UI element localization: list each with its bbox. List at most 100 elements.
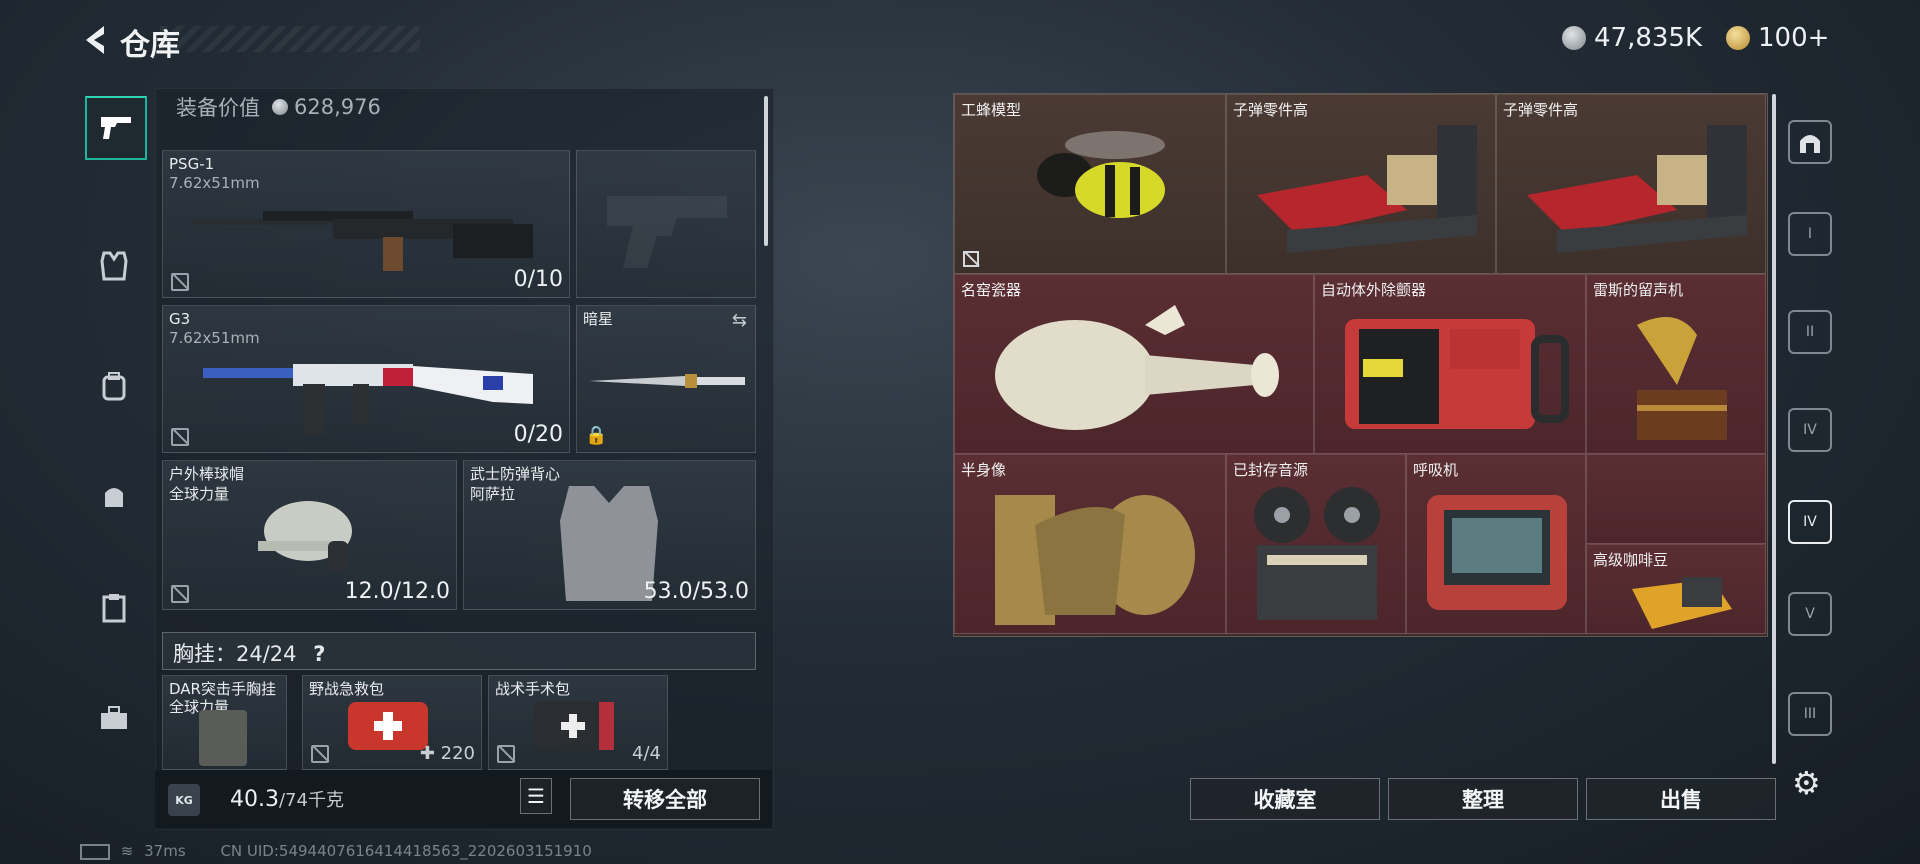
weapon-ammo: 0/20 — [513, 422, 563, 447]
stash-page-5[interactable]: V — [1788, 592, 1832, 636]
cap-icon — [258, 501, 352, 571]
tab-weapons[interactable] — [85, 96, 147, 160]
no-drop-icon — [963, 251, 979, 267]
no-drop-icon — [497, 745, 515, 763]
lock-icon: 🔒 — [585, 425, 608, 446]
arch-icon — [1800, 135, 1820, 153]
item-name: 呼吸机 — [1413, 461, 1459, 479]
tab-pouch[interactable] — [85, 466, 143, 526]
stash-empty-cell[interactable] — [1586, 454, 1766, 544]
defibrillator-icon — [1345, 319, 1569, 429]
sniper-rifle-icon — [193, 211, 533, 271]
knife-icon — [589, 374, 745, 388]
silver-coin-icon — [1562, 26, 1586, 50]
gramophone-icon — [1637, 317, 1727, 440]
left-sidebar — [80, 88, 150, 808]
swap-icon[interactable]: ⇆ — [732, 310, 747, 331]
item-name: DAR突击手胸挂 — [169, 680, 276, 698]
weight-max: /74千克 — [278, 790, 344, 811]
stash-page-home[interactable] — [1788, 120, 1832, 164]
weapon-name: G3 — [169, 310, 191, 328]
stash-page-1[interactable]: I — [1788, 212, 1832, 256]
stash-page-3[interactable]: IV — [1788, 408, 1832, 452]
melee-slot[interactable]: 暗星 ⇆ 🔒 — [576, 305, 756, 453]
rifle-icon — [203, 364, 533, 434]
uid-text: CN UID:5494407616414418563_2202603151910 — [220, 842, 592, 860]
stash-item-coffee[interactable]: 高级咖啡豆 — [1586, 544, 1766, 634]
right-scrollbar[interactable] — [1772, 94, 1776, 764]
helmet-slot[interactable]: 户外棒球帽 全球力量 12.0/12.0 — [162, 460, 457, 610]
item-name: 雷斯的留声机 — [1593, 281, 1684, 299]
currency-gold: 100+ — [1726, 22, 1829, 54]
stash-page-4-label: IV — [1803, 514, 1817, 530]
stash-item-gramophone[interactable]: 雷斯的留声机 — [1586, 274, 1766, 454]
no-drop-icon — [171, 428, 189, 446]
no-drop-icon — [311, 745, 329, 763]
surgery-kit-item[interactable]: 战术手术包 4/4 — [488, 675, 668, 770]
stash-item-ventilator[interactable]: 呼吸机 — [1406, 454, 1586, 634]
settings-gear-icon[interactable]: ⚙ — [1792, 764, 1821, 802]
list-icon: ☰ — [527, 784, 545, 808]
sort-button[interactable]: 整理 — [1388, 778, 1578, 820]
ventilator-icon — [1427, 495, 1567, 610]
stash-item-defibrillator[interactable]: 自动体外除颤器 — [1314, 274, 1586, 454]
stash-page-2[interactable]: II — [1788, 310, 1832, 354]
stash-item-porcelain[interactable]: 名窑瓷器 — [954, 274, 1314, 454]
equipment-value: 装备价值 628,976 — [176, 92, 381, 122]
tab-backpack[interactable] — [85, 356, 143, 416]
stash-item-bullet-parts-2[interactable]: 子弹零件高 — [1496, 94, 1766, 274]
equipment-value-label: 装备价值 — [176, 96, 260, 120]
help-icon[interactable]: ? — [313, 642, 325, 666]
coffee-bag-icon — [1632, 577, 1732, 629]
backpack-icon — [102, 372, 126, 401]
stash-page-2-label: II — [1805, 324, 1815, 340]
item-count: 4/4 — [632, 743, 661, 764]
first-aid-item[interactable]: 野战急救包 ✚ 220 — [302, 675, 482, 770]
stash-item-bust[interactable]: 半身像 — [954, 454, 1226, 634]
weapon-slot-primary[interactable]: PSG-1 7.62x51mm 0/10 — [162, 150, 570, 298]
stash-page-4[interactable]: IV — [1788, 500, 1832, 544]
stash-item-bullet-parts-1[interactable]: 子弹零件高 — [1226, 94, 1496, 274]
stash-page-3-label: IV — [1803, 422, 1817, 438]
list-view-button[interactable]: ☰ — [520, 778, 552, 814]
tab-case[interactable] — [85, 578, 143, 638]
weight-icon: KG — [168, 784, 200, 816]
silver-coin-icon — [272, 99, 288, 115]
chest-rig-icon — [199, 710, 247, 766]
tab-armor[interactable] — [85, 236, 143, 296]
armor-durability: 53.0/53.0 — [643, 579, 749, 604]
item-count-value: 220 — [440, 743, 475, 764]
stash-page-5-label: V — [1805, 606, 1815, 622]
right-sidebar: I II IV IV V III — [1780, 100, 1840, 800]
collection-room-button[interactable]: 收藏室 — [1190, 778, 1380, 820]
chest-rig-item[interactable]: DAR突击手胸挂 全球力量 — [162, 675, 287, 770]
stash-page-6[interactable]: III — [1788, 692, 1832, 736]
item-name: 自动体外除颤器 — [1321, 281, 1427, 299]
status-bar: ≋ 37ms CN UID:5494407616414418563_220260… — [80, 842, 592, 860]
armor-slot[interactable]: 武士防弹背心 阿萨拉 53.0/53.0 — [463, 460, 756, 610]
transfer-all-button[interactable]: 转移全部 — [570, 778, 760, 820]
weapon-ammo: 0/10 — [513, 267, 563, 292]
tab-toolbox[interactable] — [85, 688, 143, 748]
no-drop-icon — [171, 585, 189, 603]
gold-coin-icon — [1726, 26, 1750, 50]
sell-button[interactable]: 出售 — [1586, 778, 1776, 820]
weapon-slot-secondary[interactable]: G3 7.62x51mm 0/20 — [162, 305, 570, 453]
currency-silver-value: 47,835K — [1594, 23, 1703, 53]
left-scrollbar[interactable] — [764, 96, 768, 246]
bust-icon — [995, 495, 1195, 625]
pistol-slot[interactable] — [576, 150, 756, 298]
vest-icon — [100, 251, 128, 281]
melee-name: 暗星 — [583, 310, 614, 328]
chest-rig-header: 胸挂：24/24 ? — [162, 632, 756, 670]
wifi-icon: ≋ — [120, 842, 134, 860]
armor-sub: 阿萨拉 — [470, 485, 516, 503]
currency-gold-value: 100+ — [1758, 23, 1830, 53]
currency-silver: 47,835K — [1562, 22, 1702, 54]
stash-item-sealed-audio[interactable]: 已封存音源 — [1226, 454, 1406, 634]
vase-icon — [995, 305, 1279, 430]
pouch-icon — [105, 488, 123, 507]
back-button[interactable] — [78, 22, 114, 58]
stash-page-1-label: I — [1807, 226, 1813, 242]
stash-item-bee-model[interactable]: 工蜂模型 — [954, 94, 1226, 274]
